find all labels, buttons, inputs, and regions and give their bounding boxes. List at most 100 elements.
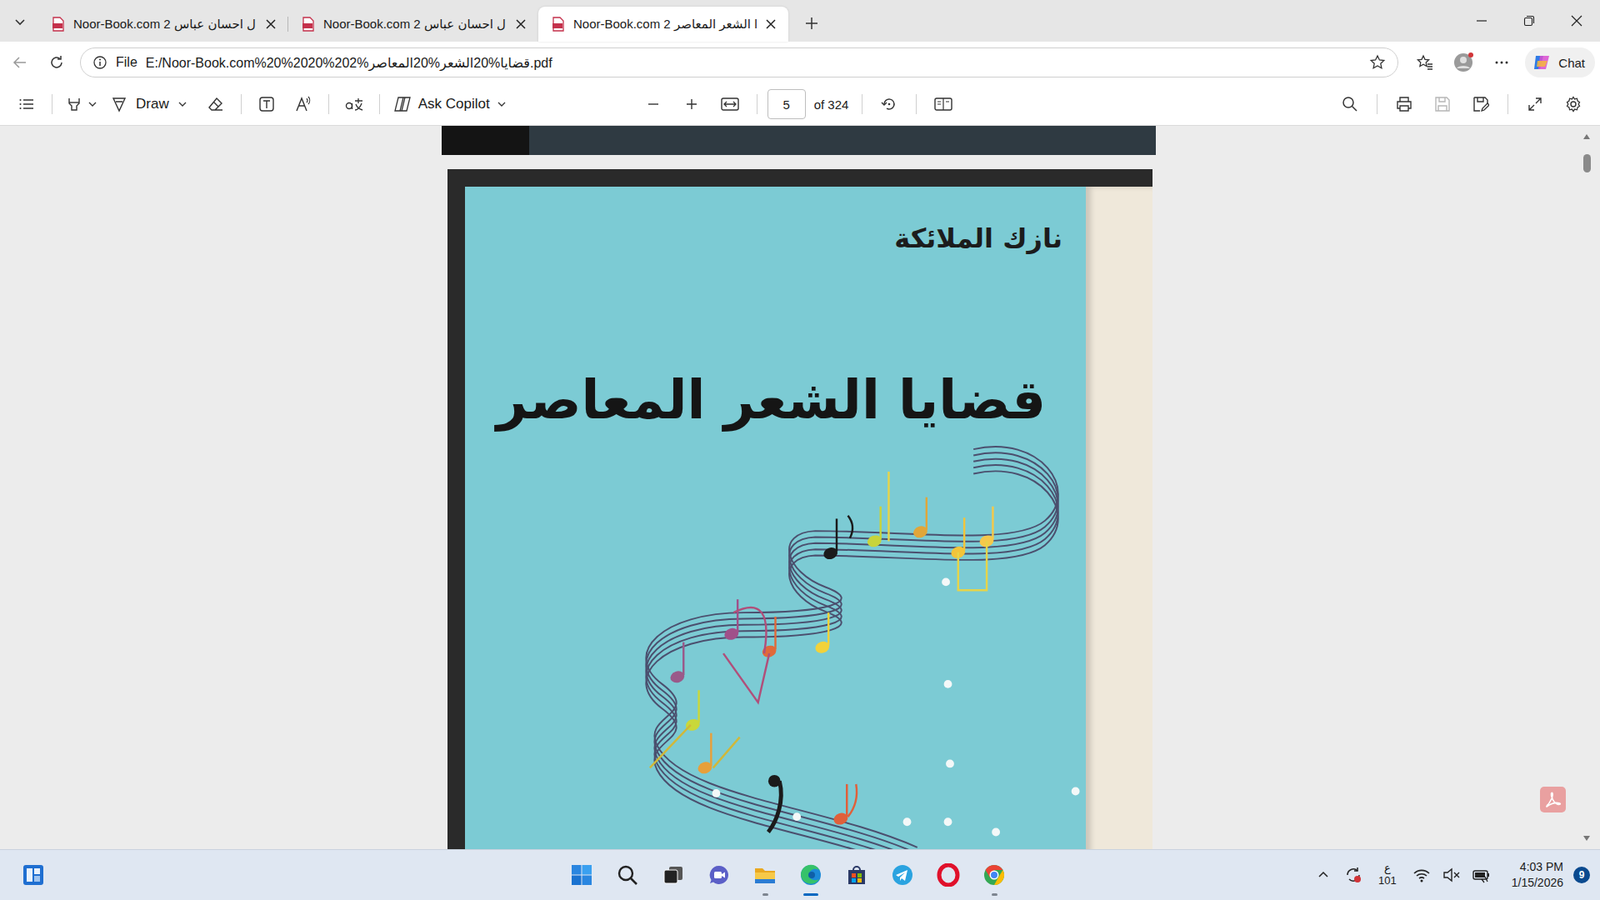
chat-label: Chat [1558, 55, 1585, 70]
fullscreen-button[interactable] [1518, 89, 1552, 120]
expand-icon [1526, 95, 1544, 113]
taskbar-app[interactable] [833, 853, 880, 897]
battery-plug-icon [1471, 866, 1492, 884]
taskbar-app[interactable] [741, 853, 788, 897]
time: 4:03 PM [1520, 859, 1564, 875]
notification-badge[interactable]: 9 [1573, 866, 1590, 884]
file-explorer-icon [753, 863, 777, 887]
close-icon[interactable] [765, 18, 777, 30]
window-controls [1457, 0, 1600, 42]
page-scan-edge [441, 125, 530, 155]
scroll-up-arrow[interactable] [1580, 130, 1593, 143]
copilot-chat-button[interactable]: Chat [1525, 47, 1595, 78]
copilot-label: Ask Copilot [418, 95, 490, 113]
list-icon [18, 95, 35, 113]
taskbar-app[interactable] [925, 853, 971, 897]
taskbar-app[interactable] [970, 853, 1017, 897]
highlight-button[interactable] [60, 89, 103, 120]
url-text[interactable]: E:/Noor-Book.com%20%2020%202%قضايا%20الش… [145, 55, 1362, 71]
triangle-down-icon [1582, 835, 1591, 842]
taskbar-app[interactable] [650, 853, 696, 897]
add-text-button[interactable] [250, 89, 284, 120]
print-button[interactable] [1387, 89, 1421, 120]
fit-width-icon [720, 96, 740, 112]
battery-button[interactable] [1468, 858, 1495, 892]
widgets-button[interactable] [16, 855, 50, 895]
new-tab-button[interactable] [793, 6, 830, 40]
address-field[interactable]: File E:/Noor-Book.com%20%2020%202%قضايا%… [80, 47, 1399, 78]
draw-button[interactable]: Draw [105, 89, 196, 120]
pdf-page: نازك الملائكة قضايا الشعر المعاصر [447, 169, 1153, 850]
pdf-file-icon [551, 16, 565, 32]
restore-icon [1523, 15, 1535, 27]
acrobat-button[interactable] [1540, 786, 1566, 813]
profile-button[interactable] [1443, 45, 1484, 80]
tab-title: Noor-Book.com 2 ا الشعر المعاصر [573, 16, 757, 32]
save-button[interactable] [1425, 89, 1460, 120]
input-language-button[interactable]: ع 101 [1370, 862, 1405, 888]
reload-button[interactable] [38, 45, 75, 80]
browser-tab[interactable]: Noor-Book.com 2 ا الشعر المعاصر [538, 6, 789, 42]
close-icon[interactable] [265, 18, 277, 30]
sync-status-button[interactable] [1340, 858, 1367, 892]
taskbar-app[interactable] [558, 853, 605, 897]
minimize-button[interactable] [1457, 0, 1505, 42]
tab-actions-button[interactable] [1, 3, 39, 40]
favorites-button[interactable] [1406, 45, 1444, 80]
rotate-button[interactable] [872, 89, 906, 120]
read-aloud-button[interactable] [286, 89, 320, 120]
close-window-button[interactable] [1552, 0, 1600, 42]
fit-width-button[interactable] [713, 89, 747, 120]
widgets-icon [21, 863, 45, 887]
close-icon [1570, 15, 1583, 27]
show-hidden-icons-button[interactable] [1310, 858, 1337, 892]
music-staff-illustration [465, 444, 1086, 850]
zoom-in-button[interactable] [675, 89, 709, 120]
scrollbar-thumb[interactable] [1583, 154, 1591, 173]
taskbar-app[interactable] [787, 853, 834, 897]
volume-button[interactable] [1438, 858, 1465, 892]
chevron-up-icon [1316, 868, 1330, 882]
separator [51, 94, 53, 115]
browser-tab[interactable]: Noor-Book.com 2 ل احسان عباس [288, 6, 539, 42]
chevron-down-icon [177, 99, 188, 110]
network-button[interactable] [1408, 858, 1435, 892]
page-view-button[interactable] [926, 89, 960, 120]
separator [1507, 94, 1509, 115]
erase-button[interactable] [199, 89, 233, 120]
pdf-viewer: نازك الملائكة قضايا الشعر المعاصر [0, 125, 1600, 850]
close-icon[interactable] [515, 18, 527, 30]
save-as-button[interactable] [1464, 89, 1498, 120]
contents-button[interactable] [10, 89, 44, 120]
running-indicator [803, 893, 819, 896]
pdf-file-icon [51, 16, 65, 32]
chevron-down-icon [13, 15, 27, 29]
page-count: of 324 [810, 97, 853, 112]
find-button[interactable] [1333, 89, 1367, 120]
zoom-out-button[interactable] [636, 89, 670, 120]
navigation-bar: File E:/Noor-Book.com%20%2020%202%قضايا%… [0, 41, 1600, 84]
taskbar-app[interactable] [604, 853, 650, 897]
more-button[interactable] [1483, 45, 1520, 80]
desktop: Noor-Book.com 2 ل احسان عباس Noor-Book.c… [0, 0, 1600, 900]
ask-copilot-button[interactable]: Ask Copilot [388, 89, 512, 120]
pdf-page-controls: 5 of 324 [636, 89, 961, 120]
page-number-field[interactable]: 5 [767, 89, 806, 120]
running-indicator [991, 893, 998, 896]
scroll-down-arrow[interactable] [1580, 832, 1593, 845]
star-icon[interactable] [1369, 54, 1386, 71]
taskbar-app[interactable] [695, 853, 742, 897]
restore-button[interactable] [1505, 0, 1553, 42]
taskbar-app[interactable] [879, 853, 925, 897]
plus-icon [804, 15, 820, 31]
translate-button[interactable] [337, 89, 371, 120]
info-icon [92, 55, 108, 70]
minimize-icon [1475, 15, 1488, 27]
clock-button[interactable]: 4:03 PM 1/15/2026 [1498, 859, 1570, 891]
reload-icon [48, 54, 65, 71]
settings-button[interactable] [1556, 89, 1590, 120]
separator [328, 94, 330, 115]
back-button[interactable] [1, 45, 39, 80]
browser-tab[interactable]: Noor-Book.com 2 ل احسان عباس [38, 6, 289, 42]
save-as-icon [1472, 95, 1490, 113]
